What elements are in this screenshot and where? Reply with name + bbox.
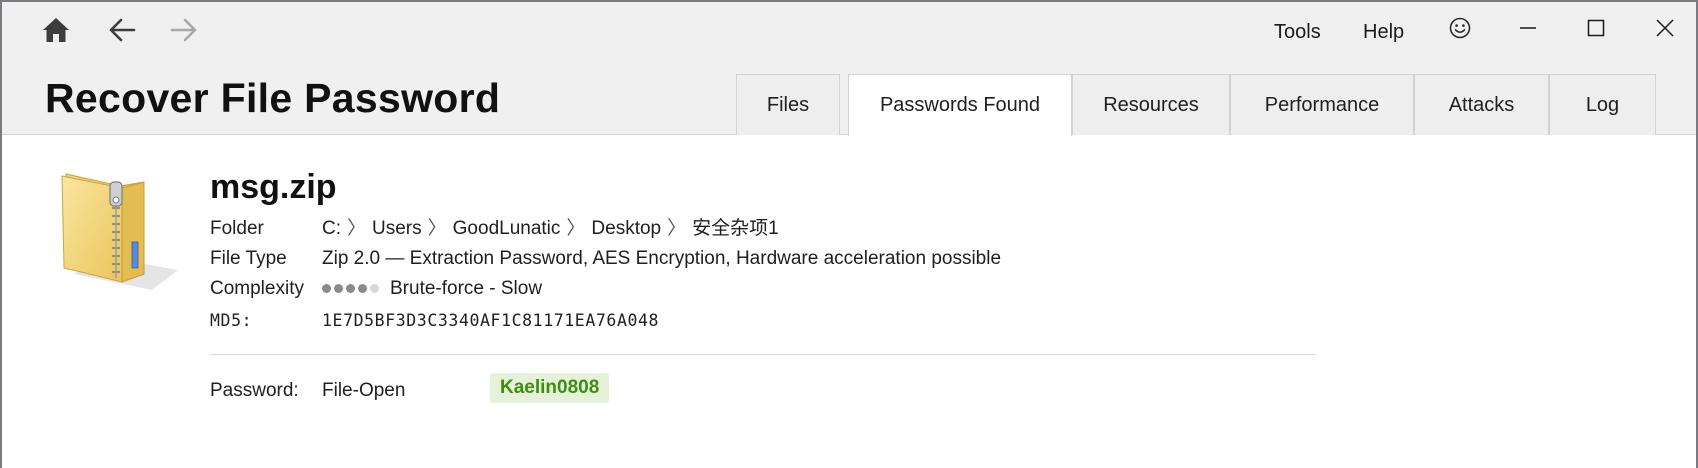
minimize-button[interactable] [1506, 10, 1550, 50]
tab-log[interactable]: Log [1549, 74, 1656, 135]
close-icon [1655, 18, 1675, 43]
password-value[interactable]: Kaelin0808 [490, 373, 610, 403]
tab-attacks[interactable]: Attacks [1414, 74, 1549, 135]
complexity-dot-filled [346, 284, 355, 294]
breadcrumb-separator: 〉 [667, 218, 687, 239]
complexity-value-row: Brute-force - Slow [322, 276, 542, 302]
close-button[interactable] [1643, 10, 1687, 50]
complexity-rating [322, 276, 382, 302]
help-menu[interactable]: Help [1363, 18, 1404, 46]
folder-label: Folder [210, 218, 264, 239]
forward-button[interactable] [164, 12, 204, 52]
file-name: msg.zip [210, 168, 337, 206]
smiley-icon [1449, 17, 1471, 44]
tab-files[interactable]: Files [736, 74, 840, 135]
feedback-button[interactable] [1438, 10, 1482, 50]
arrow-right-icon [170, 18, 198, 47]
tab-performance[interactable]: Performance [1230, 74, 1414, 135]
app-window: Tools Help Recover File Password Files P… [2, 2, 1696, 468]
breadcrumb-item: GoodLunatic [452, 218, 561, 239]
password-label: Password: [210, 380, 299, 401]
home-icon [41, 16, 71, 49]
complexity-label: Complexity [210, 278, 304, 299]
maximize-icon [1587, 19, 1605, 42]
title-bar: Tools Help Recover File Password Files P… [2, 2, 1696, 136]
maximize-button[interactable] [1574, 10, 1618, 50]
file-type-value: Zip 2.0 — Extraction Password, AES Encry… [322, 248, 1002, 269]
breadcrumb-item: Desktop [591, 218, 662, 239]
minimize-icon [1519, 19, 1537, 42]
password-kind: File-Open [322, 380, 406, 401]
breadcrumb: C: 〉 Users 〉 GoodLunatic 〉 Desktop 〉安全杂项1 [322, 216, 779, 242]
breadcrumb-item: 安全杂项1 [692, 218, 779, 239]
tab-passwords-found[interactable]: Passwords Found [848, 74, 1072, 136]
complexity-dot-filled [358, 284, 367, 294]
tab-resources[interactable]: Resources [1072, 74, 1230, 135]
breadcrumb-item: C: [322, 218, 341, 239]
tools-menu[interactable]: Tools [1274, 18, 1321, 46]
back-button[interactable] [102, 12, 142, 52]
breadcrumb-separator: 〉 [347, 218, 367, 239]
divider [210, 354, 1316, 355]
home-button[interactable] [36, 12, 76, 52]
page-title: Recover File Password [45, 75, 501, 121]
breadcrumb-separator: 〉 [427, 218, 447, 239]
md5-label: MD5: [210, 311, 253, 330]
arrow-left-icon [108, 18, 136, 47]
complexity-dot-filled [334, 284, 343, 294]
md5-value: 1E7D5BF3D3C3340AF1C81171EA76A048 [322, 311, 660, 330]
complexity-text: Brute-force - Slow [390, 278, 543, 300]
breadcrumb-item: Users [372, 218, 422, 239]
complexity-dot-filled [322, 284, 331, 294]
file-type-label: File Type [210, 248, 287, 269]
breadcrumb-separator: 〉 [566, 218, 586, 239]
complexity-dot-empty [370, 284, 379, 294]
zip-folder-icon [60, 170, 182, 290]
